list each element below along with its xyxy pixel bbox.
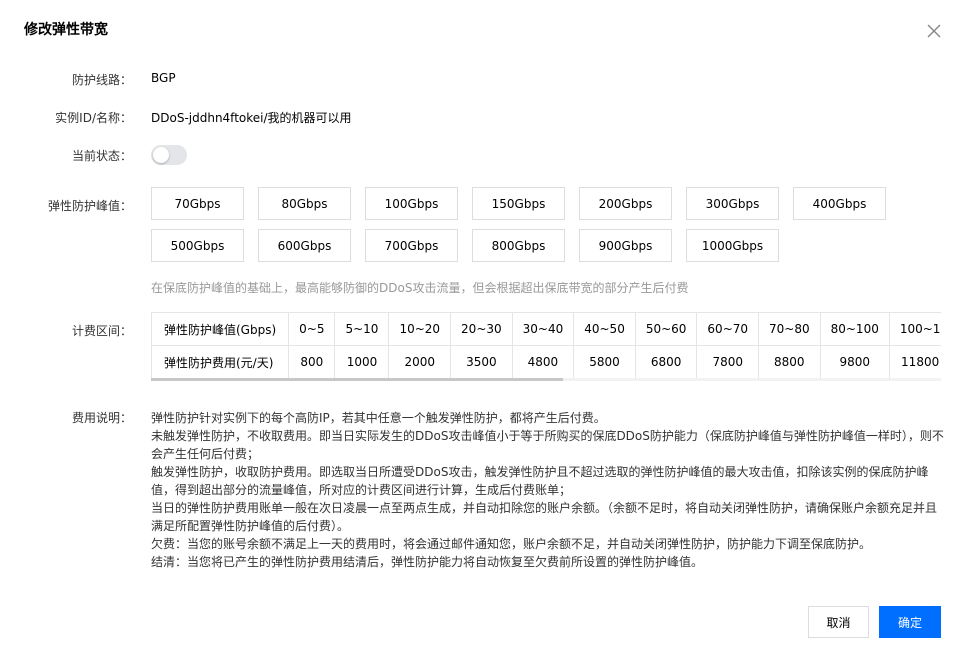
instance-value: DDoS-jddhn4ftokei/我的机器可以用	[151, 111, 352, 125]
price-cell: 9800	[819, 345, 890, 379]
price-header: 弹性防护费用(元/天)	[151, 345, 290, 379]
price-cell: 2000	[388, 345, 452, 379]
peak-option-800[interactable]: 800Gbps	[472, 229, 565, 262]
range-cell: 5~10	[334, 312, 390, 346]
billing-label: 计费区间：	[71, 324, 132, 338]
desc-line: 欠费：当您的账号余额不满足上一天的费用时，将会通过邮件通知您，账户余额不足，并自…	[151, 537, 872, 551]
toggle-knob	[153, 147, 169, 163]
peak-hint: 在保底防护峰值的基础上，最高能够防御的DDoS攻击流量，但会根据超出保底带宽的部…	[151, 281, 689, 295]
price-row: 弹性防护费用(元/天) 800 1000 2000 3500 4800 5800…	[151, 345, 941, 379]
range-cell: 40~50	[573, 312, 636, 346]
peak-option-900[interactable]: 900Gbps	[579, 229, 672, 262]
peak-option-600[interactable]: 600Gbps	[258, 229, 351, 262]
status-toggle[interactable]	[151, 145, 187, 165]
range-cell: 50~60	[634, 312, 698, 346]
price-cell: 1000	[334, 345, 390, 379]
price-cell: 4800	[511, 345, 575, 379]
range-cell: 0~5	[288, 312, 336, 346]
cancel-button[interactable]: 取消	[808, 606, 869, 638]
range-cell: 80~100	[819, 312, 890, 346]
range-header: 弹性防护峰值(Gbps)	[151, 312, 290, 346]
peak-option-70[interactable]: 70Gbps	[151, 187, 244, 220]
close-icon[interactable]	[925, 22, 943, 40]
price-cell: 5800	[573, 345, 636, 379]
range-cell: 60~70	[696, 312, 760, 346]
billing-table-container[interactable]: 弹性防护峰值(Gbps) 0~5 5~10 10~20 20~30 30~40 …	[151, 312, 941, 380]
desc-line: 触发弹性防护，收取防护费用。即选取当日所遭受DDoS攻击，触发弹性防护且不超过选…	[151, 465, 929, 497]
peak-option-80[interactable]: 80Gbps	[258, 187, 351, 220]
instance-label: 实例ID/名称：	[55, 111, 132, 125]
price-cell: 6800	[634, 345, 698, 379]
status-label: 当前状态：	[71, 149, 132, 163]
route-value: BGP	[151, 71, 176, 85]
desc-line: 当日的弹性防护费用账单一般在次日凌晨一点至两点生成，并自动扣除您的账户余额。（余…	[151, 501, 938, 533]
range-row: 弹性防护峰值(Gbps) 0~5 5~10 10~20 20~30 30~40 …	[151, 312, 941, 346]
price-cell: 11800	[888, 345, 941, 379]
desc-label: 费用说明：	[71, 411, 132, 425]
route-label: 防护线路：	[71, 73, 132, 87]
confirm-button[interactable]: 确定	[879, 606, 941, 638]
range-cell: 30~40	[511, 312, 575, 346]
range-cell: 100~1	[888, 312, 941, 346]
peak-option-300[interactable]: 300Gbps	[686, 187, 779, 220]
billing-table: 弹性防护峰值(Gbps) 0~5 5~10 10~20 20~30 30~40 …	[151, 312, 941, 379]
price-cell: 8800	[758, 345, 821, 379]
scrollbar-thumb[interactable]	[151, 378, 563, 381]
desc-line: 弹性防护针对实例下的每个高防IP，若其中任意一个触发弹性防护，都将产生后付费。	[151, 411, 606, 425]
price-cell: 3500	[450, 345, 513, 379]
peak-option-400[interactable]: 400Gbps	[793, 187, 886, 220]
peak-option-150[interactable]: 150Gbps	[472, 187, 565, 220]
range-cell: 10~20	[388, 312, 452, 346]
fee-description: 弹性防护针对实例下的每个高防IP，若其中任意一个触发弹性防护，都将产生后付费。 …	[151, 409, 946, 571]
peak-option-100[interactable]: 100Gbps	[365, 187, 458, 220]
desc-line: 未触发弹性防护，不收取费用。即当日实际发生的DDoS攻击峰值小于等于所购买的保底…	[151, 429, 944, 461]
range-cell: 70~80	[758, 312, 821, 346]
price-cell: 7800	[696, 345, 760, 379]
peak-label: 弹性防护峰值：	[47, 199, 132, 213]
table-scrollbar[interactable]	[151, 378, 941, 381]
price-cell: 800	[288, 345, 336, 379]
peak-option-200[interactable]: 200Gbps	[579, 187, 672, 220]
peak-option-500[interactable]: 500Gbps	[151, 229, 244, 262]
desc-line: 结清：当您将已产生的弹性防护费用结清后，弹性防护能力将自动恢复至欠费前所设置的弹…	[151, 555, 704, 569]
range-cell: 20~30	[450, 312, 513, 346]
dialog-title: 修改弹性带宽	[24, 22, 108, 38]
peak-options: 70Gbps 80Gbps 100Gbps 150Gbps 200Gbps 30…	[151, 187, 911, 263]
peak-option-1000[interactable]: 1000Gbps	[686, 229, 779, 262]
peak-option-700[interactable]: 700Gbps	[365, 229, 458, 262]
modify-elastic-bandwidth-dialog: 修改弹性带宽 防护线路： BGP 实例ID/名称： DDoS-jddhn4fto…	[0, 0, 961, 658]
